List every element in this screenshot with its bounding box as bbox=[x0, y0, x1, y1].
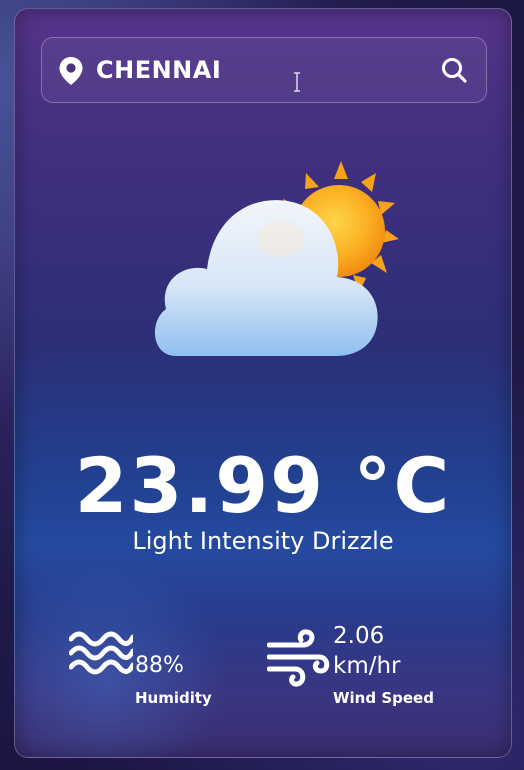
city-input[interactable] bbox=[96, 54, 416, 86]
text-cursor-icon bbox=[294, 72, 300, 92]
humidity-label: Humidity bbox=[135, 689, 212, 707]
search-bar bbox=[41, 37, 487, 103]
wind-speed-unit: km/hr bbox=[333, 653, 401, 679]
waves-icon bbox=[69, 631, 133, 675]
partly-cloudy-icon bbox=[154, 161, 399, 356]
wind-icon bbox=[267, 629, 330, 687]
search-icon[interactable] bbox=[440, 56, 468, 84]
map-pin-icon bbox=[59, 57, 83, 85]
weather-description: Light Intensity Drizzle bbox=[132, 527, 394, 555]
wind-speed-number: 2.06 bbox=[333, 623, 385, 649]
temperature-value: 23.99 °C bbox=[74, 441, 452, 530]
wind-speed-label: Wind Speed bbox=[333, 689, 434, 707]
wind-speed-value: 2.06 km/hr bbox=[333, 621, 443, 681]
weather-card: 23.99 °C Light Intensity Drizzle 88% Hum… bbox=[14, 8, 512, 758]
humidity-value: 88% bbox=[135, 653, 184, 678]
